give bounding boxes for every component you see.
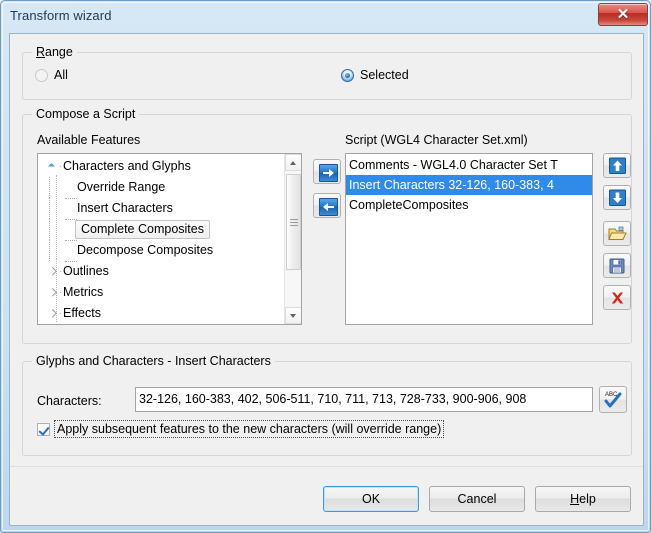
radio-all-label: All — [54, 68, 68, 82]
triangle-down-icon — [290, 314, 296, 318]
collapsed-chevron-icon[interactable] — [44, 261, 59, 282]
arrow-right-icon — [319, 164, 338, 182]
collapsed-chevron-icon[interactable] — [44, 282, 59, 303]
tree-indent — [49, 240, 65, 261]
scroll-down-button[interactable] — [285, 307, 301, 324]
tree-item-metrics[interactable]: ·Metrics — [38, 282, 284, 303]
help-button[interactable]: Help — [535, 486, 631, 512]
range-legend-rest: ange — [45, 45, 73, 59]
range-group: Range All Selected — [22, 45, 632, 100]
abc-checkmark-icon: ABC — [604, 392, 622, 408]
list-item[interactable]: Insert Characters 32-126, 160-383, 4 — [346, 175, 592, 195]
tree-indent — [49, 219, 65, 240]
triangle-up-icon — [290, 161, 296, 165]
list-item[interactable]: CompleteComposites — [346, 195, 592, 215]
tree-item-decompose-composites[interactable]: Decompose Composites — [38, 240, 284, 262]
tree-item-label: Complete Composites — [75, 220, 210, 240]
remove-from-script-button[interactable] — [313, 193, 341, 218]
cancel-button[interactable]: Cancel — [429, 486, 525, 512]
radio-all-indicator — [35, 68, 48, 82]
tree-content: ·Characters and Glyphs Override Range In… — [38, 154, 284, 324]
help-accel-letter: H — [570, 492, 580, 506]
radio-all[interactable]: All — [35, 68, 68, 82]
glyphs-group-label: Glyphs and Characters - Insert Character… — [32, 354, 275, 368]
arrow-down-icon — [609, 189, 626, 206]
tree-item-label: Override Range — [77, 180, 166, 195]
tree-item-label: Insert Characters — [77, 201, 173, 216]
help-label-rest: elp — [579, 492, 596, 506]
close-button[interactable]: ✕ — [598, 3, 648, 26]
script-list[interactable]: Comments - WGL4.0 Character Set T Insert… — [345, 153, 593, 325]
tree-item-complete-composites[interactable]: Complete Composites — [38, 219, 284, 241]
window-title: Transform wizard — [10, 8, 112, 23]
checkbox-indicator — [37, 422, 50, 436]
tree-item-label: Characters and Glyphs — [63, 159, 191, 174]
list-item[interactable]: Comments - WGL4.0 Character Set T — [346, 155, 592, 175]
tree-item-label: Decompose Composites — [77, 243, 214, 258]
compose-group-label: Compose a Script — [32, 107, 140, 121]
tree-item-outlines[interactable]: ·Outlines — [38, 261, 284, 282]
arrow-left-icon — [319, 198, 338, 216]
arrow-up-icon — [609, 157, 626, 174]
radio-selected-label: Selected — [360, 68, 409, 82]
transform-wizard-dialog: Transform wizard ✕ Range All Selected Co… — [0, 0, 651, 533]
red-x-icon — [611, 292, 624, 304]
tree-tee — [65, 177, 77, 199]
add-to-script-button[interactable] — [313, 159, 341, 184]
range-group-label: Range — [32, 45, 77, 59]
tree-tee — [65, 198, 77, 220]
apply-subsequent-features-checkbox[interactable]: Apply subsequent features to the new cha… — [37, 420, 445, 438]
radio-selected-indicator — [341, 68, 354, 82]
title-bar[interactable]: Transform wizard ✕ — [1, 1, 651, 33]
tree-item-effects[interactable]: ·Effects — [38, 303, 284, 324]
tree-item-label: Effects — [63, 306, 101, 321]
open-folder-icon — [608, 226, 627, 240]
dialog-client-area: Range All Selected Compose a Script Avai… — [9, 33, 644, 526]
collapsed-chevron-icon[interactable] — [44, 303, 59, 324]
radio-selected[interactable]: Selected — [341, 68, 409, 82]
floppy-disk-icon — [609, 258, 625, 274]
range-accel-letter: R — [36, 45, 46, 59]
grip-icon — [290, 219, 298, 226]
tree-item-insert-characters[interactable]: Insert Characters — [38, 198, 284, 220]
scrollbar-thumb[interactable] — [286, 174, 301, 270]
expanded-triangle-icon[interactable] — [44, 156, 59, 177]
tree-item-label: Metrics — [63, 285, 104, 300]
footer-divider — [10, 466, 643, 467]
tree-indent — [49, 198, 65, 219]
tree-item-label: Outlines — [63, 264, 109, 279]
characters-input[interactable]: 32-126, 160-383, 402, 506-511, 710, 711,… — [135, 387, 593, 412]
compose-script-group: Compose a Script Available Features Scri… — [22, 107, 632, 344]
apply-subsequent-features-label: Apply subsequent features to the new cha… — [54, 420, 445, 438]
close-icon: ✕ — [616, 6, 630, 23]
tree-vertical-scrollbar[interactable] — [284, 154, 301, 324]
available-features-label: Available Features — [37, 133, 141, 147]
delete-button[interactable] — [603, 285, 631, 310]
ok-button[interactable]: OK — [323, 486, 419, 512]
tree-indent — [49, 177, 65, 198]
save-button[interactable] — [603, 253, 631, 278]
move-down-button[interactable] — [603, 185, 631, 210]
script-label: Script (WGL4 Character Set.xml) — [345, 133, 528, 147]
tree-item-characters-and-glyphs[interactable]: ·Characters and Glyphs — [38, 156, 284, 177]
scroll-up-button[interactable] — [285, 154, 301, 171]
tree-tee — [65, 240, 77, 262]
tree-item-override-range[interactable]: Override Range — [38, 177, 284, 199]
spellcheck-button[interactable]: ABC — [599, 386, 627, 413]
open-button[interactable] — [603, 221, 631, 246]
characters-label: Characters: — [37, 394, 102, 408]
glyphs-characters-group: Glyphs and Characters - Insert Character… — [22, 354, 632, 456]
move-up-button[interactable] — [603, 153, 631, 178]
available-features-tree[interactable]: ·Characters and Glyphs Override Range In… — [37, 153, 302, 325]
